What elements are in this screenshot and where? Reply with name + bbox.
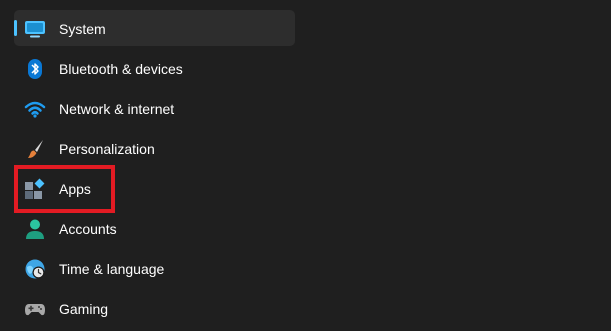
sidebar-item-label: Gaming [59,301,109,317]
sidebar-item-apps[interactable]: Apps [14,170,295,206]
person-icon [24,218,46,240]
monitor-icon [24,18,46,40]
clock-globe-icon [24,258,46,280]
sidebar-item-system[interactable]: System [14,10,295,46]
gamepad-icon [24,298,46,320]
wifi-icon [24,98,46,120]
sidebar-item-network[interactable]: Network & internet [14,90,295,126]
sidebar-item-accounts[interactable]: Accounts [14,210,295,246]
sidebar-item-label: System [59,21,106,37]
sidebar-item-bluetooth[interactable]: Bluetooth & devices [14,50,295,86]
settings-page: System Bluetooth & devices Network & int… [0,0,611,331]
sidebar-item-label: Network & internet [59,101,175,117]
sidebar-item-label: Time & language [59,261,165,277]
bluetooth-icon [24,58,46,80]
apps-icon [24,178,46,200]
sidebar-item-time-language[interactable]: Time & language [14,250,295,286]
sidebar-item-label: Bluetooth & devices [59,61,183,77]
sidebar-item-label: Personalization [59,141,155,157]
sidebar-item-gaming[interactable]: Gaming [14,290,295,326]
paintbrush-icon [24,138,46,160]
sidebar-item-label: Apps [59,181,91,197]
settings-sidebar: System Bluetooth & devices Network & int… [14,10,295,330]
sidebar-item-label: Accounts [59,221,117,237]
sidebar-item-personalization[interactable]: Personalization [14,130,295,166]
